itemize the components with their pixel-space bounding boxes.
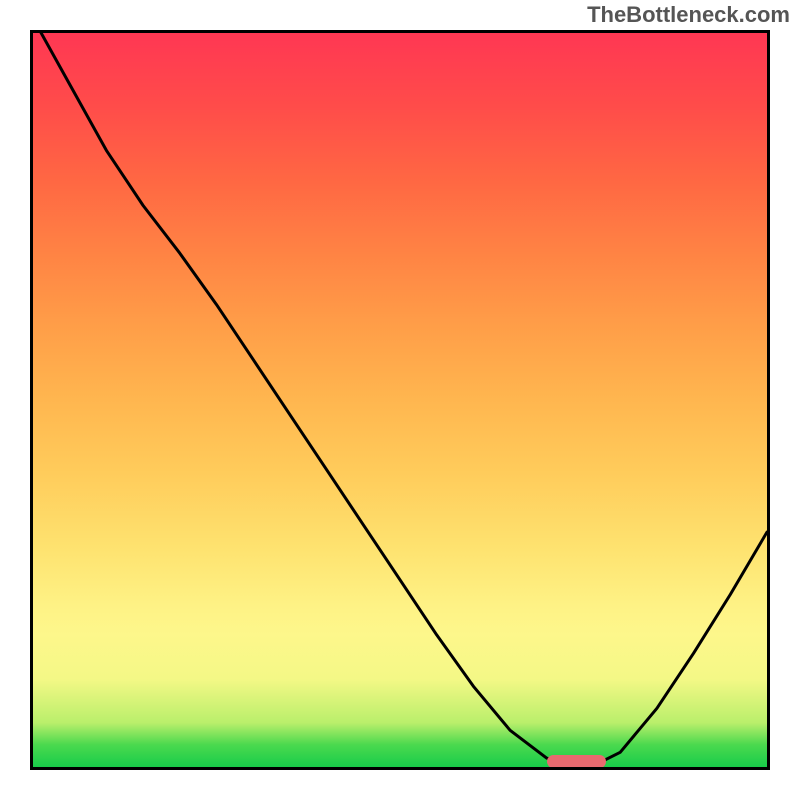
plot-frame	[30, 30, 770, 770]
curve-svg	[33, 33, 767, 767]
optimal-marker	[547, 755, 606, 768]
chart-container: TheBottleneck.com	[0, 0, 800, 800]
bottleneck-curve	[33, 33, 767, 763]
watermark-text: TheBottleneck.com	[587, 2, 790, 28]
